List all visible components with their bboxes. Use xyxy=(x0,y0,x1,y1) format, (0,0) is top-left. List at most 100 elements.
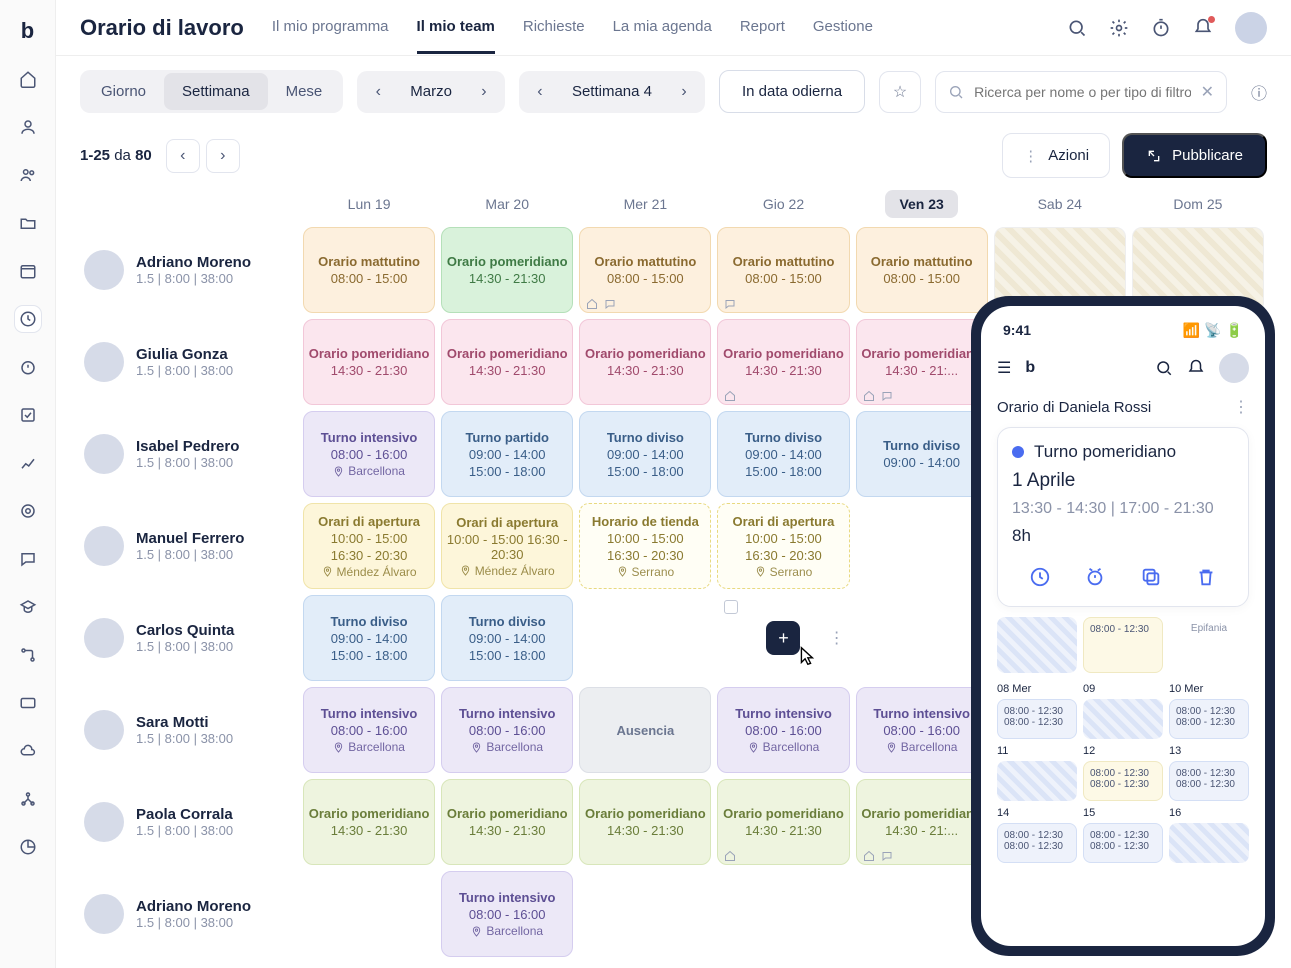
tab-gestione[interactable]: Gestione xyxy=(813,2,873,54)
schedule-cell[interactable]: Orario pomeridiano14:30 - 21:... xyxy=(853,316,991,408)
chart-icon[interactable] xyxy=(15,450,41,476)
shift-block[interactable]: Orari di apertura10:00 - 15:00 16:30 - 2… xyxy=(441,503,573,589)
month-prev[interactable]: ‹ xyxy=(360,74,396,110)
cal-day[interactable]: 16 xyxy=(1169,807,1249,863)
cal-day[interactable]: 09 xyxy=(1083,683,1163,739)
tab-richieste[interactable]: Richieste xyxy=(523,2,585,54)
search-input[interactable] xyxy=(974,84,1191,100)
shift-block[interactable]: Orario pomeridiano14:30 - 21:30 xyxy=(303,319,435,405)
org-icon[interactable] xyxy=(15,786,41,812)
cal-day[interactable]: 11 xyxy=(997,745,1077,801)
schedule-cell[interactable]: Orario pomeridiano14:30 - 21:30 xyxy=(714,776,852,868)
schedule-cell[interactable]: Turno diviso09:00 - 14:0015:00 - 18:00 xyxy=(576,408,714,500)
schedule-cell[interactable]: Orario pomeridiano14:30 - 21:30 xyxy=(300,776,438,868)
schedule-cell[interactable]: Turno intensivo08:00 - 16:00Barcellona xyxy=(300,684,438,776)
cal-cell[interactable]: Epifania xyxy=(1169,617,1249,673)
employee-cell[interactable]: Carlos Quinta1.5 | 8:00 | 38:00 xyxy=(80,592,300,684)
schedule-cell[interactable]: Turno diviso09:00 - 14:0015:00 - 18:00 xyxy=(714,408,852,500)
shift-block[interactable]: Orario pomeridiano14:30 - 21:30 xyxy=(717,779,849,865)
shift-block[interactable]: Orari di apertura10:00 - 15:0016:30 - 20… xyxy=(717,503,849,589)
favorite-button[interactable]: ☆ xyxy=(879,71,921,113)
cal-cell[interactable]: 08:00 - 12:30 xyxy=(1083,617,1163,673)
phone-bell-icon[interactable] xyxy=(1187,359,1205,377)
clock-action-icon[interactable] xyxy=(1025,562,1055,592)
shift-block[interactable]: Horario de tienda10:00 - 15:0016:30 - 20… xyxy=(579,503,711,589)
schedule-cell[interactable]: Orario pomeridiano14:30 - 21:30 xyxy=(438,224,576,316)
schedule-cell[interactable]: Orario pomeridiano14:30 - 21:30 xyxy=(576,776,714,868)
shift-block[interactable]: Orario pomeridiano14:30 - 21:30 xyxy=(441,227,573,313)
employee-cell[interactable]: Isabel Pedrero1.5 | 8:00 | 38:00 xyxy=(80,408,300,500)
employee-cell[interactable]: Adriano Moreno1.5 | 8:00 | 38:00 xyxy=(80,868,300,960)
shift-block[interactable]: Orario pomeridiano14:30 - 21:30 xyxy=(579,319,711,405)
chat-icon[interactable] xyxy=(15,546,41,572)
edu-icon[interactable] xyxy=(15,594,41,620)
cal-day[interactable]: 08 Mer08:00 - 12:3008:00 - 12:30 xyxy=(997,683,1077,739)
schedule-cell[interactable] xyxy=(853,592,991,684)
target-icon[interactable] xyxy=(15,498,41,524)
employee-cell[interactable]: Adriano Moreno1.5 | 8:00 | 38:00 xyxy=(80,224,300,316)
month-next[interactable]: › xyxy=(466,74,502,110)
stopwatch-icon[interactable] xyxy=(1151,18,1171,38)
cal-day[interactable]: 10 Mer08:00 - 12:3008:00 - 12:30 xyxy=(1169,683,1249,739)
cell-more-icon[interactable]: ⋮ xyxy=(829,628,845,648)
employee-cell[interactable]: Sara Motti1.5 | 8:00 | 38:00 xyxy=(80,684,300,776)
shift-block[interactable]: Orario pomeridiano14:30 - 21:30 xyxy=(579,779,711,865)
shift-block[interactable]: Orario pomeridiano14:30 - 21:30 xyxy=(303,779,435,865)
cell-checkbox[interactable] xyxy=(724,600,738,614)
shift-block[interactable]: Orario pomeridiano14:30 - 21:30 xyxy=(441,319,573,405)
schedule-cell[interactable] xyxy=(300,868,438,960)
cal-day[interactable]: 1308:00 - 12:3008:00 - 12:30 xyxy=(1169,745,1249,801)
shift-block[interactable]: Turno diviso09:00 - 14:0015:00 - 18:00 xyxy=(441,595,573,681)
cal-day[interactable]: 1208:00 - 12:3008:00 - 12:30 xyxy=(1083,745,1163,801)
shift-block[interactable]: Turno diviso09:00 - 14:00 xyxy=(856,411,988,497)
schedule-cell[interactable] xyxy=(576,868,714,960)
info-icon[interactable]: ⓘ xyxy=(1251,80,1267,104)
schedule-cell[interactable] xyxy=(576,592,714,684)
shift-block[interactable]: Orario mattutino08:00 - 15:00 xyxy=(303,227,435,313)
schedule-cell[interactable]: Turno diviso09:00 - 14:0015:00 - 18:00 xyxy=(438,592,576,684)
flow-icon[interactable] xyxy=(15,642,41,668)
home-icon[interactable] xyxy=(15,66,41,92)
tab-la-mia-agenda[interactable]: La mia agenda xyxy=(613,2,712,54)
schedule-cell[interactable]: Orario pomeridiano14:30 - 21:30 xyxy=(576,316,714,408)
employee-cell[interactable]: Paola Corrala1.5 | 8:00 | 38:00 xyxy=(80,776,300,868)
schedule-cell[interactable]: Turno diviso09:00 - 14:0015:00 - 18:00 xyxy=(300,592,438,684)
page-next[interactable]: › xyxy=(206,139,240,173)
today-button[interactable]: In data odierna xyxy=(719,70,865,113)
schedule-cell[interactable]: +⋮ xyxy=(714,592,852,684)
schedule-cell[interactable]: Orario mattutino08:00 - 15:00 xyxy=(853,224,991,316)
view-mese[interactable]: Mese xyxy=(268,73,341,110)
copy-action-icon[interactable] xyxy=(1136,562,1166,592)
schedule-cell[interactable]: Orario pomeridiano14:30 - 21:... xyxy=(853,776,991,868)
page-prev[interactable]: ‹ xyxy=(166,139,200,173)
shift-block[interactable]: Turno intensivo08:00 - 16:00Barcellona xyxy=(856,687,988,773)
shift-block[interactable]: Turno diviso09:00 - 14:0015:00 - 18:00 xyxy=(303,595,435,681)
schedule-cell[interactable]: Turno intensivo08:00 - 16:00Barcellona xyxy=(853,684,991,776)
schedule-cell[interactable] xyxy=(714,868,852,960)
cal-cell[interactable] xyxy=(997,617,1077,673)
schedule-cell[interactable]: Turno intensivo08:00 - 16:00Barcellona xyxy=(438,684,576,776)
shift-block[interactable]: Turno intensivo08:00 - 16:00Barcellona xyxy=(303,411,435,497)
schedule-cell[interactable]: Orari di apertura10:00 - 15:00 16:30 - 2… xyxy=(438,500,576,592)
week-next[interactable]: › xyxy=(666,74,702,110)
schedule-cell[interactable]: Orario pomeridiano14:30 - 21:30 xyxy=(438,316,576,408)
folder-icon[interactable] xyxy=(15,210,41,236)
tab-il-mio-programma[interactable]: Il mio programma xyxy=(272,2,389,54)
shift-block[interactable]: Orari di apertura10:00 - 15:0016:30 - 20… xyxy=(303,503,435,589)
schedule-cell[interactable]: Turno intensivo08:00 - 16:00Barcellona xyxy=(714,684,852,776)
actions-button[interactable]: ⋮Azioni xyxy=(1002,133,1110,178)
schedule-cell[interactable]: Ausencia xyxy=(576,684,714,776)
clock-icon[interactable] xyxy=(15,306,41,332)
phone-avatar[interactable] xyxy=(1219,353,1249,383)
view-settimana[interactable]: Settimana xyxy=(164,73,268,110)
shift-block[interactable]: Ausencia xyxy=(579,687,711,773)
schedule-cell[interactable]: Orari di apertura10:00 - 15:0016:30 - 20… xyxy=(714,500,852,592)
shift-block[interactable]: Turno diviso09:00 - 14:0015:00 - 18:00 xyxy=(579,411,711,497)
schedule-cell[interactable]: Turno intensivo08:00 - 16:00Barcellona xyxy=(438,868,576,960)
view-giorno[interactable]: Giorno xyxy=(83,73,164,110)
schedule-cell[interactable]: Orario pomeridiano14:30 - 21:30 xyxy=(438,776,576,868)
avatar[interactable] xyxy=(1235,12,1267,44)
shift-block[interactable]: Turno intensivo08:00 - 16:00Barcellona xyxy=(441,687,573,773)
tab-il-mio-team[interactable]: Il mio team xyxy=(417,2,495,54)
phone-search-icon[interactable] xyxy=(1155,359,1173,377)
